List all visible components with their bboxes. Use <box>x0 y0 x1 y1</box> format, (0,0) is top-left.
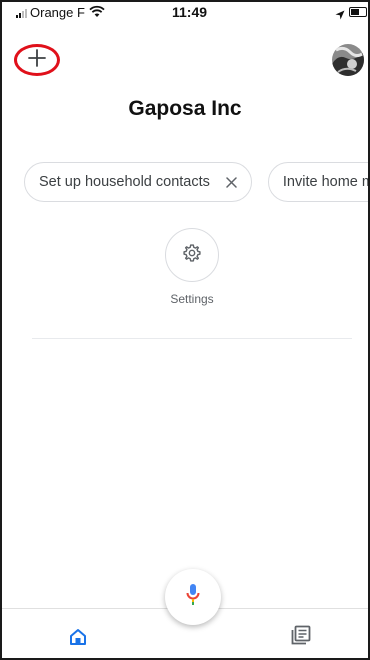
status-time: 11:49 <box>172 4 208 20</box>
voice-assistant-button[interactable] <box>165 569 221 625</box>
home-icon[interactable] <box>66 625 90 649</box>
settings-shortcut[interactable]: Settings <box>157 228 227 308</box>
location-arrow-icon <box>335 7 345 25</box>
chip-label: Set up household contacts <box>39 174 210 190</box>
account-avatar[interactable] <box>332 44 364 76</box>
battery-icon <box>349 7 367 17</box>
carrier-name: Orange F <box>30 5 85 20</box>
settings-button[interactable] <box>165 228 219 282</box>
status-bar: Orange F 11:49 <box>2 2 368 24</box>
section-divider <box>32 338 352 339</box>
red-circle-annotation <box>14 44 60 76</box>
settings-label: Settings <box>170 292 214 306</box>
close-icon[interactable] <box>226 176 237 188</box>
invite-home-member-chip[interactable]: Invite home me <box>267 162 368 202</box>
gear-icon <box>182 243 202 268</box>
household-contacts-chip[interactable]: Set up household contacts <box>24 162 252 202</box>
phone-screen: Orange F 11:49 Gaposa Inc Set up househo… <box>0 0 370 660</box>
suggestion-chips: Set up household contacts Invite home me <box>24 162 368 202</box>
signal-strength-icon <box>16 8 27 18</box>
home-name-title: Gaposa Inc <box>128 97 242 120</box>
wifi-icon <box>89 5 105 23</box>
microphone-icon <box>186 583 200 612</box>
feed-icon[interactable] <box>289 623 313 647</box>
chip-label: Invite home me <box>282 174 368 190</box>
